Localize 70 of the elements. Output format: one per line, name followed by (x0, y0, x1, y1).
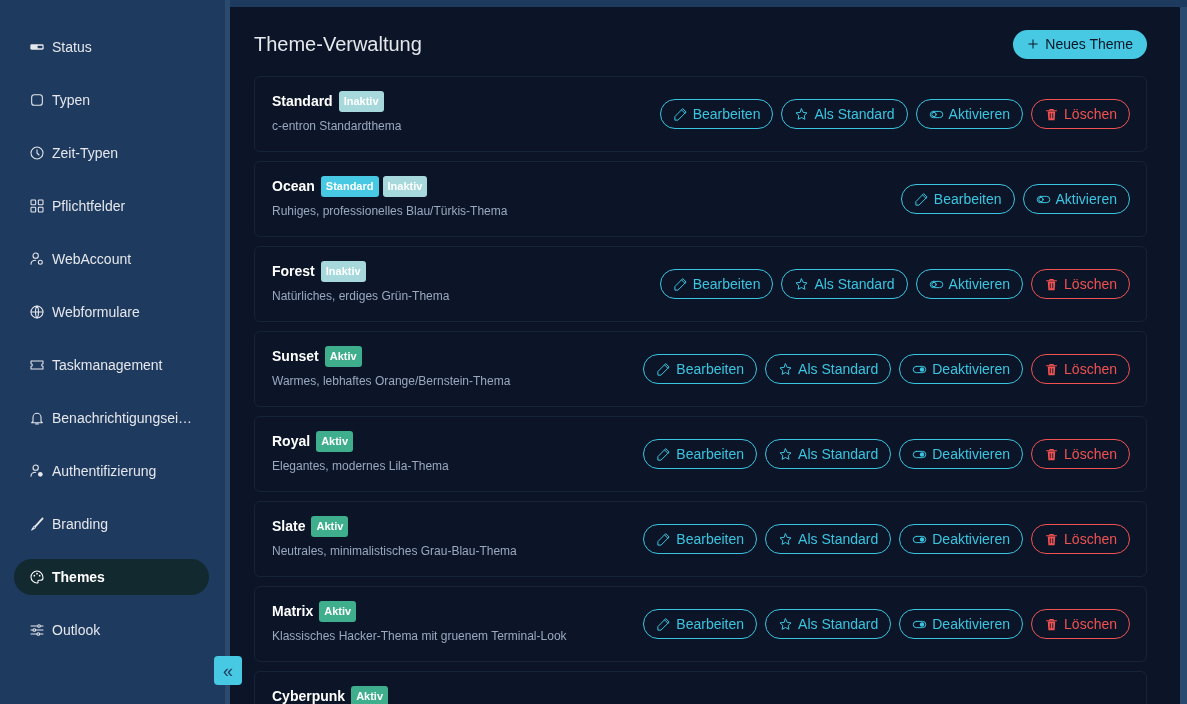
theme-description: Ruhiges, professionelles Blau/Türkis-Thema (272, 203, 508, 220)
theme-description: c-entron Standardthema (272, 118, 402, 135)
pencil-icon (656, 361, 672, 377)
sidebar-item[interactable]: Outlook (14, 612, 209, 648)
theme-name: Royal (272, 432, 311, 451)
sidebar-item[interactable]: Webformulare (14, 294, 209, 330)
sidebar-item[interactable]: WebAccount (14, 241, 209, 277)
status-badge: Standard (320, 176, 379, 197)
sliders-icon (29, 622, 45, 638)
pencil-icon (672, 276, 688, 292)
theme-description: Natürliches, erdiges Grün-Thema (272, 288, 450, 305)
status-badge: Aktiv (316, 431, 354, 452)
theme-description: Warmes, lebhaftes Orange/Bernstein-Thema (272, 373, 511, 390)
scrollbar[interactable] (1180, 7, 1187, 704)
star-icon (778, 531, 794, 547)
sidebar-item[interactable]: Benachrichtigungsei… (14, 400, 209, 436)
trash-icon (1044, 446, 1060, 462)
pencil-icon (913, 191, 929, 207)
collapse-sidebar-button[interactable]: « (214, 656, 242, 685)
sidebar-item[interactable]: Zeit-Typen (14, 135, 209, 171)
clock-icon (29, 145, 45, 161)
page-title: Theme-Verwaltung (254, 32, 422, 57)
theme-name: Ocean (272, 177, 315, 196)
square-icon (29, 92, 45, 108)
sidebar-item[interactable]: Authentifizierung (14, 453, 209, 489)
sidebar-item[interactable]: Status (14, 29, 209, 65)
globe-icon (29, 304, 45, 320)
trash-icon (1044, 106, 1060, 122)
theme-name: Cyberpunk (272, 687, 346, 704)
star-icon (778, 446, 794, 462)
pencil-icon (656, 446, 672, 462)
bell-icon (29, 410, 45, 426)
brush-icon (29, 516, 45, 532)
star-icon (794, 106, 810, 122)
sidebar-item[interactable]: Taskmanagement (14, 347, 209, 383)
sidebar-item[interactable]: Pflichtfelder (14, 188, 209, 224)
trash-icon (1044, 616, 1060, 632)
status-badge: Aktiv (311, 516, 349, 537)
theme-name: Standard (272, 92, 333, 111)
palette-icon (29, 569, 45, 585)
theme-description: Neutrales, minimalistisches Grau-Blau-Thema (272, 543, 517, 560)
star-icon (778, 361, 794, 377)
theme-description: Elegantes, modernes Lila-Thema (272, 458, 449, 475)
trash-icon (1044, 361, 1060, 377)
grid-icon (29, 198, 45, 214)
sidebar-item[interactable]: Themes (14, 559, 209, 595)
new-theme-button[interactable]: Neues Theme (1013, 29, 1147, 59)
theme-description: Klassisches Hacker-Thema mit gruenem Terminal-Look (272, 628, 567, 645)
ticket-icon (29, 357, 45, 373)
status-badge: Inaktiv (382, 176, 428, 197)
sidebar-item[interactable]: Typen (14, 82, 209, 118)
theme-name: Forest (272, 262, 315, 281)
theme-name: Matrix (272, 602, 314, 621)
status-badge: Inaktiv (338, 91, 384, 112)
trash-icon (1044, 531, 1060, 547)
pencil-icon (656, 531, 672, 547)
theme-name: Slate (272, 517, 306, 536)
status-badge: Inaktiv (320, 261, 366, 282)
sidebar-scrollbar[interactable] (225, 0, 230, 704)
star-icon (778, 616, 794, 632)
pencil-icon (656, 616, 672, 632)
pencil-icon (672, 106, 688, 122)
theme-name: Sunset (272, 347, 319, 366)
star-icon (794, 276, 810, 292)
status-badge: Aktiv (319, 601, 357, 622)
trash-icon (1044, 276, 1060, 292)
sidebar-item[interactable]: Branding (14, 506, 209, 542)
status-badge: Aktiv (324, 346, 362, 367)
plus-icon (1027, 38, 1040, 50)
status-badge: Aktiv (351, 686, 389, 704)
